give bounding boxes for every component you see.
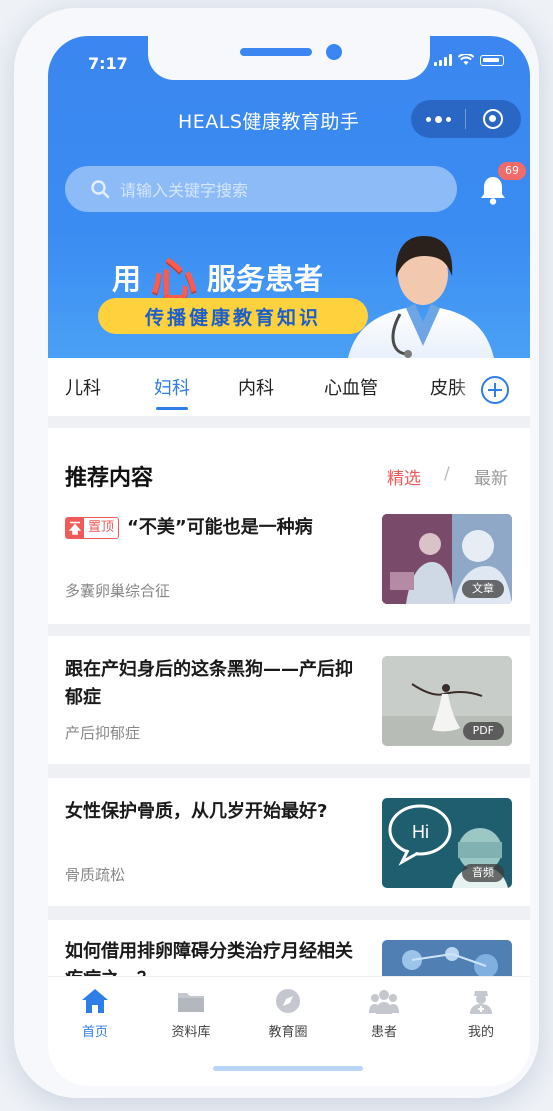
signal-icon	[434, 54, 452, 66]
nav-label: 我的	[467, 1025, 494, 1040]
phone-frame: 7:17 HEALS健康教育助手 请输入关键字搜索 69 用 心 服务患者 传播…	[14, 8, 539, 1098]
nav-profile[interactable]: 我的	[446, 987, 516, 1040]
list-item-title[interactable]: 女性保护骨质，从几岁开始最好?	[65, 798, 365, 826]
list-item-tag: 多囊卵巢综合征	[65, 582, 171, 600]
tab-gynecology[interactable]: 妇科	[154, 374, 190, 400]
target-icon	[483, 109, 503, 129]
home-indicator	[213, 1066, 363, 1071]
active-tab-indicator	[156, 407, 188, 410]
nav-patients[interactable]: 患者	[349, 987, 419, 1040]
nav-library[interactable]: 资料库	[156, 987, 226, 1040]
search-placeholder: 请输入关键字搜索	[120, 181, 249, 200]
app-title: HEALS健康教育助手	[178, 111, 360, 133]
tab-pediatrics[interactable]: 儿科	[65, 374, 101, 400]
nav-home[interactable]: 首页	[60, 987, 130, 1040]
filter-latest[interactable]: 最新	[474, 464, 508, 489]
home-icon	[82, 989, 108, 1013]
banner-subtitle: 传播健康教育知识	[98, 298, 368, 334]
doctor-profile-icon	[470, 991, 492, 1014]
section-title: 推荐内容	[65, 466, 154, 491]
miniprogram-capsule	[411, 100, 521, 138]
search-input[interactable]: 请输入关键字搜索	[65, 166, 457, 212]
notification-badge: 69	[498, 162, 526, 180]
list-item-thumbnail[interactable]: 文章	[382, 514, 512, 604]
pin-top-icon	[66, 518, 84, 538]
content-type-badge: 文章	[462, 580, 504, 598]
front-camera	[326, 44, 342, 60]
content-type-badge: PDF	[462, 722, 504, 740]
list-item-title[interactable]: 跟在产妇身后的这条黑狗——产后抑郁症	[65, 656, 365, 712]
search-icon	[91, 180, 110, 199]
pinned-label: 置顶	[88, 520, 115, 535]
nav-education-circle[interactable]: 教育圈	[253, 987, 323, 1040]
speaker	[240, 48, 312, 56]
app-screen: 7:17 HEALS健康教育助手 请输入关键字搜索 69 用 心 服务患者 传播…	[48, 36, 530, 1086]
item-title-text: “不美”可能也是一种病	[127, 517, 313, 538]
more-button[interactable]	[411, 115, 465, 123]
nav-label: 首页	[81, 1025, 108, 1040]
filter-selected[interactable]: 精选	[387, 464, 421, 489]
filter-separator: /	[444, 464, 450, 484]
phone-notch	[148, 36, 430, 80]
add-category-icon[interactable]	[480, 375, 510, 405]
folder-icon	[178, 993, 204, 1012]
list-item-thumbnail[interactable]: PDF	[382, 656, 512, 746]
list-item-tag: 骨质疏松	[65, 866, 126, 884]
close-miniprogram-button[interactable]	[466, 109, 520, 129]
status-icons	[434, 54, 504, 66]
status-time: 7:17	[88, 54, 128, 73]
nav-label: 教育圈	[268, 1025, 308, 1040]
list-item-title[interactable]: 置顶 “不美”可能也是一种病	[65, 514, 365, 542]
slogan-prefix: 用	[112, 262, 142, 296]
nav-label: 患者	[370, 1025, 397, 1040]
nav-label: 资料库	[171, 1025, 211, 1040]
list-item-tag: 产后抑郁症	[65, 724, 141, 742]
list-item-thumbnail[interactable]: Hi 音频	[382, 798, 512, 888]
content-type-badge: 音频	[462, 864, 504, 882]
slogan-suffix: 服务患者	[207, 262, 324, 296]
tab-cardiovascular[interactable]: 心血管	[324, 374, 378, 400]
pinned-badge: 置顶	[65, 517, 120, 539]
patients-icon	[369, 990, 399, 1014]
wifi-icon	[458, 54, 474, 65]
battery-icon	[480, 54, 504, 66]
svg-text:Hi: Hi	[412, 822, 429, 842]
tab-internal-medicine[interactable]: 内科	[238, 374, 274, 400]
tabs-fade	[454, 358, 482, 416]
compass-icon	[276, 989, 300, 1013]
